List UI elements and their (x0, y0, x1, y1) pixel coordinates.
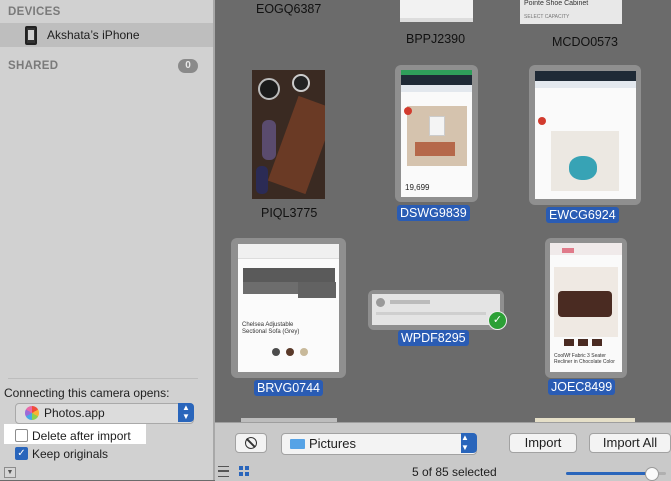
shared-count-badge: 0 (178, 59, 198, 73)
photos-app-icon (25, 406, 39, 420)
photo-label: BRVG0744 (254, 380, 324, 396)
phone-icon (25, 26, 37, 45)
photo-label: PIQL3775 (261, 206, 318, 220)
photo-label: MCDO0573 (552, 35, 618, 49)
photo-label: JOEC8499 (548, 379, 616, 395)
collapse-sidebar-icon[interactable]: ▼ (4, 467, 16, 478)
folder-icon (290, 439, 305, 449)
photo-thumbnail[interactable] (535, 71, 636, 199)
thumb-caption: SELECT CAPACITY (524, 14, 570, 20)
product-title: CoolWf Fabric 3 Seater Recliner in Choco… (554, 353, 615, 365)
camera-opens-label: Connecting this camera opens: (4, 386, 170, 400)
camera-opens-select[interactable]: Photos.app ▲ ▼ (15, 403, 194, 424)
chevron-updown-icon: ▲ ▼ (461, 433, 477, 453)
photo-thumbnail[interactable]: Pointe Shoe Cabinet SELECT CAPACITY (520, 0, 622, 24)
stop-icon (245, 437, 257, 449)
photo-thumbnail[interactable]: CoolWf Fabric 3 Seater Recliner in Choco… (550, 243, 622, 372)
camera-opens-value: Photos.app (44, 406, 105, 420)
devices-header: DEVICES (8, 6, 61, 18)
zoom-slider[interactable] (566, 467, 666, 481)
chevron-updown-icon: ▲ ▼ (178, 403, 194, 422)
price-text: 19,699 (405, 183, 430, 192)
device-name: Akshata’s iPhone (47, 28, 140, 42)
bottom-toolbar: Pictures ▲ ▼ Import Import All 5 of 85 se… (215, 422, 671, 481)
sidebar: DEVICES Akshata’s iPhone SHARED 0 Connec… (0, 0, 213, 480)
import-all-button[interactable]: Import All (589, 433, 671, 453)
photo-thumbnail[interactable] (372, 294, 500, 325)
photo-thumbnail[interactable] (252, 70, 325, 199)
import-destination-value: Pictures (309, 436, 356, 451)
zoom-slider-fill (566, 472, 651, 475)
checkmark-icon: ✓ (488, 311, 507, 330)
photo-label: EOGQ6387 (256, 2, 322, 16)
stop-button[interactable] (235, 433, 267, 453)
photo-label: DSWG9839 (397, 205, 470, 221)
keep-originals-label[interactable]: Keep originals (32, 447, 108, 461)
delete-after-import-checkbox[interactable] (15, 429, 28, 442)
photo-thumbnail[interactable] (400, 0, 473, 22)
list-view-icon[interactable] (218, 466, 229, 477)
sidebar-splitter[interactable] (213, 0, 215, 480)
import-destination-select[interactable]: Pictures ▲ ▼ (281, 433, 477, 455)
product-title: Chelsea Adjustable Sectional Sofa (Grey) (242, 322, 300, 335)
thumb-caption: Pointe Shoe Cabinet (524, 0, 589, 7)
shared-header: SHARED (8, 60, 59, 72)
grid-view-icon[interactable] (239, 466, 249, 476)
keep-originals-checkbox[interactable]: ✓ (15, 447, 28, 460)
import-button[interactable]: Import (509, 433, 577, 453)
selection-count: 5 of 85 selected (412, 465, 497, 479)
delete-after-import-label[interactable]: Delete after import (32, 429, 131, 443)
sidebar-divider (8, 378, 198, 379)
photo-label: WPDF8295 (398, 330, 469, 346)
photo-thumbnail[interactable]: 19,699 (401, 70, 472, 197)
photo-label: EWCG6924 (546, 207, 619, 223)
sidebar-item-device[interactable]: Akshata’s iPhone (0, 23, 213, 47)
photo-thumbnail[interactable]: Chelsea Adjustable Sectional Sofa (Grey) (238, 244, 339, 372)
photo-label: BPPJ2390 (406, 32, 466, 46)
zoom-slider-knob[interactable] (645, 467, 659, 481)
